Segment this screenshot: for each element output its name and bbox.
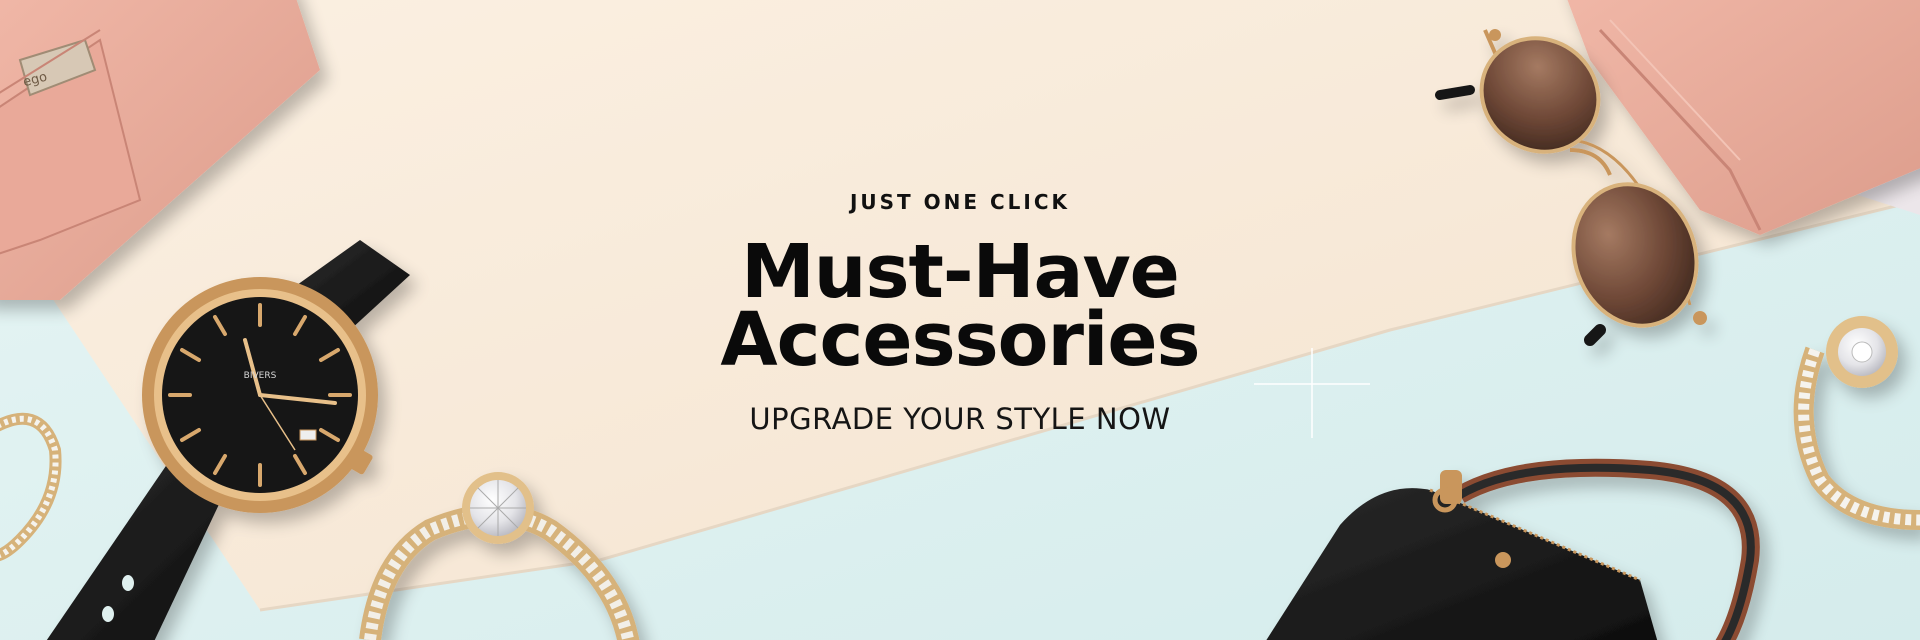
svg-text:BIVERS: BIVERS xyxy=(244,371,277,381)
sparkle-icon xyxy=(1254,348,1370,438)
hero-banner: ego BIVERS JUST ONE CLICK Must-Have Acce… xyxy=(0,0,1920,640)
banner-background: ego BIVERS xyxy=(0,0,1920,640)
